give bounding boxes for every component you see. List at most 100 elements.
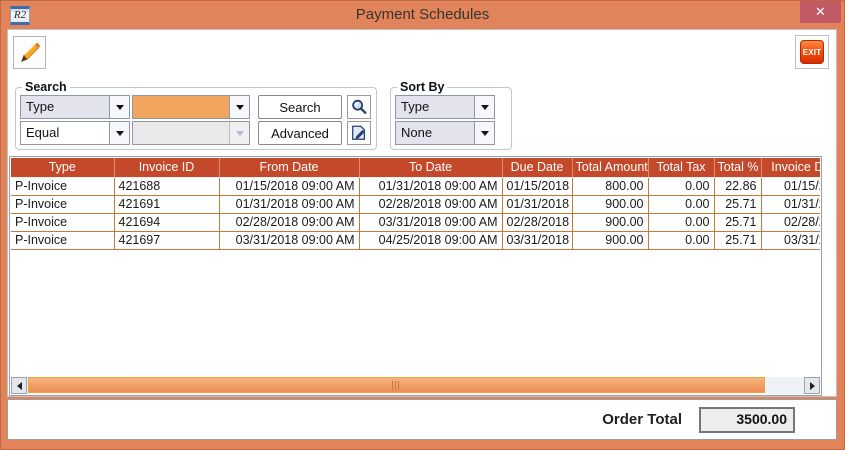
table-cell: 02/28/2018 09:00 AM <box>359 195 502 213</box>
search-groupbox: Search Type Search <box>15 80 377 150</box>
table-cell: 25.71 <box>714 231 761 249</box>
search-value-combo[interactable] <box>132 95 250 119</box>
search-operator-combo[interactable]: Equal <box>20 121 130 145</box>
search-legend: Search <box>22 80 70 94</box>
arrow-right-icon <box>810 382 815 390</box>
table-cell: 03/31/2018 <box>761 231 820 249</box>
close-button[interactable]: ✕ <box>800 1 841 23</box>
table-cell: P-Invoice <box>11 177 114 195</box>
table-cell: 25.71 <box>714 213 761 231</box>
content-panel: EXIT Search Type Search <box>7 29 837 397</box>
scrollbar-thumb[interactable] <box>28 377 765 393</box>
payment-schedules-window: R2 Payment Schedules ✕ EX <box>0 0 845 450</box>
column-header-total-tax[interactable]: Total Tax <box>648 158 714 177</box>
chevron-down-icon[interactable] <box>109 96 129 118</box>
search-field-value: Type <box>21 96 109 118</box>
sortby-primary-value: Type <box>396 96 474 118</box>
edit-button[interactable] <box>13 36 46 69</box>
search-field-combo[interactable]: Type <box>20 95 130 119</box>
pencil-icon <box>18 41 42 65</box>
table-cell: 03/31/2018 09:00 AM <box>359 213 502 231</box>
chevron-down-icon[interactable] <box>229 96 249 118</box>
advanced-search-icon <box>350 124 368 142</box>
sortby-row-1: Type <box>395 95 507 119</box>
table-cell: 0.00 <box>648 231 714 249</box>
window-title: Payment Schedules <box>1 1 844 29</box>
close-icon: ✕ <box>815 4 826 20</box>
exit-button[interactable]: EXIT <box>795 35 829 69</box>
table-cell: P-Invoice <box>11 231 114 249</box>
payment-schedule-grid: TypeInvoice IDFrom DateTo DateDue DateTo… <box>9 156 822 396</box>
sortby-row-2: None <box>395 121 507 145</box>
table-row[interactable]: P-Invoice42168801/15/2018 09:00 AM01/31/… <box>11 177 820 195</box>
table-cell: 03/31/2018 <box>502 231 572 249</box>
table-header-row: TypeInvoice IDFrom DateTo DateDue DateTo… <box>11 158 820 177</box>
advanced-search-icon-button[interactable] <box>347 121 371 145</box>
table-cell: 03/31/2018 09:00 AM <box>219 231 359 249</box>
scroll-left-button[interactable] <box>11 377 27 394</box>
table-cell: 421694 <box>114 213 219 231</box>
table-row[interactable]: P-Invoice42169703/31/2018 09:00 AM04/25/… <box>11 231 820 249</box>
search-operator-value: Equal <box>21 122 109 144</box>
table-row[interactable]: P-Invoice42169402/28/2018 09:00 AM03/31/… <box>11 213 820 231</box>
table-cell: 421688 <box>114 177 219 195</box>
titlebar: R2 Payment Schedules ✕ <box>1 1 844 29</box>
scroll-right-button[interactable] <box>804 377 820 394</box>
exit-icon: EXIT <box>800 40 824 64</box>
table-cell: 04/25/2018 09:00 AM <box>359 231 502 249</box>
main-area: EXIT Search Type Search <box>7 29 837 440</box>
column-header-total-[interactable]: Total % <box>714 158 761 177</box>
column-header-invoice-id[interactable]: Invoice ID <box>114 158 219 177</box>
chevron-down-icon <box>229 122 249 144</box>
search-row-1: Type Search <box>20 95 372 119</box>
table-cell: 02/28/2018 <box>761 213 820 231</box>
table-cell: 900.00 <box>572 195 648 213</box>
column-header-type[interactable]: Type <box>11 158 114 177</box>
search-button[interactable]: Search <box>258 95 342 119</box>
table-cell: 02/28/2018 09:00 AM <box>219 213 359 231</box>
search-value2-combo <box>132 121 250 145</box>
column-header-from-date[interactable]: From Date <box>219 158 359 177</box>
table-cell: P-Invoice <box>11 195 114 213</box>
table-cell: 0.00 <box>648 195 714 213</box>
table-cell: 25.71 <box>714 195 761 213</box>
sortby-legend: Sort By <box>397 80 447 94</box>
table-cell: 421697 <box>114 231 219 249</box>
column-header-due-date[interactable]: Due Date <box>502 158 572 177</box>
sortby-secondary-value: None <box>396 122 474 144</box>
table-cell: 900.00 <box>572 231 648 249</box>
chevron-down-icon[interactable] <box>474 96 494 118</box>
chevron-down-icon[interactable] <box>109 122 129 144</box>
chevron-down-icon[interactable] <box>474 122 494 144</box>
table-cell: 02/28/2018 <box>502 213 572 231</box>
column-header-to-date[interactable]: To Date <box>359 158 502 177</box>
order-total-field: 3500.00 <box>699 407 795 433</box>
order-total-label: Order Total <box>602 411 682 428</box>
table-cell: 22.86 <box>714 177 761 195</box>
table-cell: 01/31/2018 09:00 AM <box>219 195 359 213</box>
arrow-left-icon <box>17 382 22 390</box>
table-row[interactable]: P-Invoice42169101/31/2018 09:00 AM02/28/… <box>11 195 820 213</box>
table-cell: 0.00 <box>648 177 714 195</box>
column-header-invoice-date[interactable]: Invoice Date <box>761 158 820 177</box>
horizontal-scrollbar[interactable] <box>11 377 820 394</box>
table-cell: 01/31/2018 09:00 AM <box>359 177 502 195</box>
table-cell: 01/31/2018 <box>502 195 572 213</box>
advanced-button[interactable]: Advanced <box>258 121 342 145</box>
sortby-secondary-combo[interactable]: None <box>395 121 495 145</box>
search-value-text <box>133 96 229 118</box>
table-cell: 421691 <box>114 195 219 213</box>
search-value2-text <box>133 122 229 144</box>
sortby-primary-combo[interactable]: Type <box>395 95 495 119</box>
sortby-groupbox: Sort By Type None <box>390 80 512 150</box>
column-header-total-amount[interactable]: Total Amount <box>572 158 648 177</box>
table-cell: 01/15/2018 09:00 AM <box>219 177 359 195</box>
quick-search-button[interactable] <box>347 95 371 119</box>
magnifier-icon <box>350 98 368 116</box>
search-row-2: Equal Advanced <box>20 121 372 145</box>
footer-panel: Order Total 3500.00 <box>7 399 837 440</box>
payment-table: TypeInvoice IDFrom DateTo DateDue DateTo… <box>11 158 820 250</box>
table-cell: 01/31/2018 <box>761 195 820 213</box>
table-cell: 01/15/2018 <box>761 177 820 195</box>
grid-viewport: TypeInvoice IDFrom DateTo DateDue DateTo… <box>11 158 820 376</box>
